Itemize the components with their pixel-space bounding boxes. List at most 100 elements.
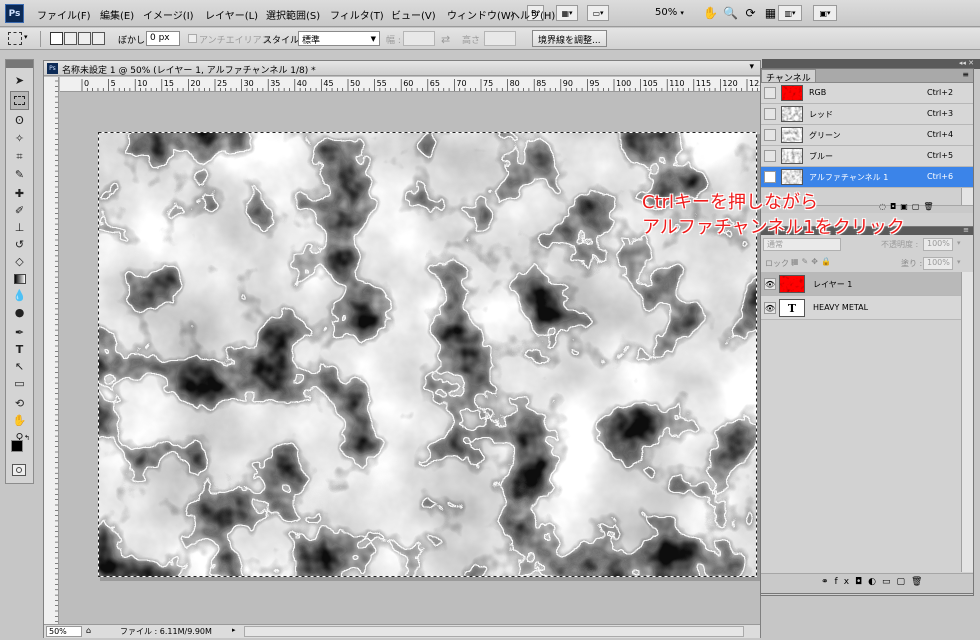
ruler-label: 25: [217, 79, 227, 88]
marquee-preset-icon[interactable]: [8, 32, 22, 45]
antialias-checkbox[interactable]: [188, 34, 197, 43]
foreground-color-swatch[interactable]: [11, 440, 23, 452]
options-bar: ▾ ぼかし : 0 px アンチエイリアス スタイル : 標準 ▼ 幅 : ⇄ 高…: [0, 28, 980, 50]
document-tab[interactable]: Ps 名称未設定 1 @ 50% (レイヤー 1, アルファチャンネル 1/8)…: [44, 61, 760, 76]
channel-shortcut: Ctrl+4: [927, 130, 954, 139]
toolbox-header: [6, 60, 33, 68]
status-zoom[interactable]: 50%: [46, 626, 82, 637]
preset-dropdown-icon[interactable]: ▾: [24, 33, 28, 41]
intersect-selection-icon[interactable]: [92, 32, 105, 45]
hand-tool-icon[interactable]: ✋: [702, 5, 719, 21]
visibility-eye-icon[interactable]: [764, 87, 776, 99]
arrange-documents-button[interactable]: ▥ ▾: [778, 5, 802, 21]
subtract-selection-icon[interactable]: [78, 32, 91, 45]
layers-scrollbar[interactable]: [961, 272, 973, 572]
document-canvas[interactable]: [60, 93, 760, 625]
layer-row[interactable]: 👁 T HEAVY METAL: [761, 296, 973, 320]
marquee-tool-icon[interactable]: [10, 91, 29, 110]
shape-tool-icon[interactable]: ▭: [10, 374, 29, 393]
zoom-level-menu[interactable]: 50% ▾: [655, 7, 684, 18]
visibility-eye-icon[interactable]: [764, 108, 776, 120]
status-menu-icon[interactable]: ▸: [232, 626, 236, 634]
menu-item-3[interactable]: レイヤー(L): [205, 7, 258, 22]
visibility-eye-icon[interactable]: [764, 150, 776, 162]
layers-panel-menu-icon[interactable]: ≡: [963, 226, 969, 234]
new-selection-icon[interactable]: [50, 32, 63, 45]
fill-input[interactable]: 100%: [923, 257, 953, 270]
channel-row[interactable]: 👁 アルファチャンネル 1 Ctrl+6: [761, 167, 973, 188]
channel-name: レッド: [809, 110, 833, 119]
ruler-label: 15: [164, 79, 174, 88]
channels-tab[interactable]: チャンネル: [761, 69, 816, 84]
swap-colors-icon[interactable]: ↰: [24, 434, 30, 442]
layer-thumbnail: [779, 275, 805, 293]
add-selection-icon[interactable]: [64, 32, 77, 45]
lock-icons[interactable]: ▦✎✥🔒: [791, 257, 834, 266]
feather-input[interactable]: 0 px: [146, 31, 180, 46]
ruler-label: 55: [377, 79, 387, 88]
view-extras-button[interactable]: ▦ ▾: [556, 5, 578, 21]
screen-mode-button[interactable]: ▣ ▾: [813, 5, 837, 21]
refine-edge-button[interactable]: 境界線を調整...: [532, 30, 607, 47]
zoom-tool-icon[interactable]: 🔍: [722, 5, 739, 21]
channel-row[interactable]: ブルー Ctrl+5: [761, 146, 973, 167]
fill-dropdown-icon[interactable]: ▾: [957, 258, 961, 266]
toolbox: ➤ ʘ ✧ ⌗ ✎ ✚ ✐ ⊥ ↺ ◇ 💧 ● ✒ T ↖ ▭ ⟲ ✋ ⚲ ↰: [5, 59, 34, 484]
quick-mask-icon[interactable]: [12, 464, 26, 476]
collapse-panels-icon[interactable]: ◂◂ ✕: [959, 59, 974, 67]
channel-row[interactable]: RGB Ctrl+2: [761, 83, 973, 104]
channel-row[interactable]: レッド Ctrl+3: [761, 104, 973, 125]
menu-item-0[interactable]: ファイル(F): [37, 7, 91, 22]
channel-thumbnail: [781, 169, 803, 185]
channel-row[interactable]: グリーン Ctrl+4: [761, 125, 973, 146]
width-input[interactable]: [403, 31, 435, 46]
lasso-tool-icon[interactable]: ʘ: [10, 111, 29, 130]
crop-tool-icon[interactable]: ⌗: [10, 147, 29, 166]
vertical-ruler[interactable]: [44, 77, 59, 625]
menu-item-2[interactable]: イメージ(I): [143, 7, 194, 22]
rotate-view-icon[interactable]: ⟳: [742, 5, 759, 21]
layer-actions-icons[interactable]: ⚭fx◘◐▭▢🗑: [821, 577, 928, 587]
status-icon: ⌂: [86, 626, 92, 635]
opacity-label: 不透明度 :: [881, 240, 919, 249]
ruler-label: 40: [297, 79, 307, 88]
horizontal-scrollbar[interactable]: [244, 626, 744, 637]
horizontal-ruler[interactable]: 0 5 10 15 20 25 30 35 40 45 50 55 60 65 70 75 80 85 90 95 10…: [60, 77, 760, 92]
visibility-eye-icon[interactable]: 👁: [764, 171, 776, 183]
visibility-eye-icon[interactable]: [764, 129, 776, 141]
swap-icon[interactable]: ⇄: [441, 33, 450, 46]
menu-item-7[interactable]: ウィンドウ(W): [447, 7, 515, 22]
channel-name: グリーン: [809, 131, 841, 140]
menu-item-1[interactable]: 編集(E): [100, 7, 134, 22]
menu-item-6[interactable]: ビュー(V): [391, 7, 436, 22]
width-label: 幅 :: [386, 36, 401, 46]
eyedropper-icon[interactable]: ✎: [10, 165, 29, 184]
channel-thumbnail: [781, 127, 803, 143]
annotation-line-2: アルファチャンネル1をクリック: [642, 217, 905, 238]
divider: [40, 31, 41, 47]
canvas-area[interactable]: [60, 93, 760, 625]
menu-item-8[interactable]: ヘルプ(H): [510, 7, 555, 22]
layer-visibility-eye-icon[interactable]: 👁: [764, 278, 776, 290]
ruler-tool-icon[interactable]: ▦: [762, 5, 779, 21]
close-document-icon[interactable]: ▾: [749, 62, 754, 72]
height-input[interactable]: [484, 31, 516, 46]
ruler-label: 105: [643, 79, 658, 88]
magic-wand-icon[interactable]: ✧: [10, 129, 29, 148]
channel-shortcut: Ctrl+3: [927, 109, 954, 118]
arrange-button[interactable]: ▭ ▾: [587, 5, 609, 21]
layer-row[interactable]: 👁 レイヤー 1: [761, 272, 973, 296]
panel-menu-icon[interactable]: ≡: [962, 70, 969, 79]
document-window: Ps 名称未設定 1 @ 50% (レイヤー 1, アルファチャンネル 1/8)…: [43, 60, 761, 638]
opacity-input[interactable]: 100%: [923, 238, 953, 251]
menu-item-5[interactable]: フィルタ(T): [330, 7, 384, 22]
menu-item-4[interactable]: 選択範囲(S): [266, 7, 320, 22]
ruler-label: 85: [536, 79, 546, 88]
ruler-label: 35: [270, 79, 280, 88]
file-size-info: ファイル : 6.11M/9.90M: [120, 627, 212, 636]
dodge-tool-icon[interactable]: ●: [10, 303, 29, 322]
move-tool-icon[interactable]: ➤: [10, 71, 29, 90]
opacity-dropdown-icon[interactable]: ▾: [957, 239, 961, 247]
style-select[interactable]: 標準 ▼: [298, 31, 380, 46]
layer-visibility-eye-icon[interactable]: 👁: [764, 302, 776, 314]
